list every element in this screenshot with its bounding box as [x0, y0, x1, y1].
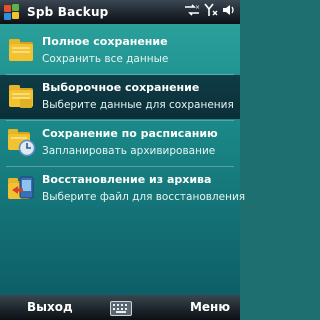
svg-text:×: ×: [195, 4, 200, 11]
menu-item-subtitle: Выберите файл для восстановления: [42, 191, 246, 203]
volume-icon[interactable]: [222, 3, 236, 22]
menu-item-subtitle: Сохранить все данные: [42, 53, 169, 65]
menu-item-subtitle: Запланировать архивирование: [42, 145, 216, 157]
menu-item-title: Выборочное сохранение: [42, 81, 200, 94]
connectivity-icon[interactable]: ×: [184, 3, 200, 22]
folder-icon: [6, 81, 36, 111]
keyboard-icon[interactable]: [110, 301, 132, 316]
main-menu: Полное сохранение Сохранить все данные В…: [0, 24, 245, 295]
folder-icon: [6, 35, 36, 65]
softkey-bar: Выход Меню: [0, 295, 240, 320]
menu-item-restore-archive[interactable]: Восстановление из архива Выберите файл д…: [0, 167, 245, 211]
menu-item-selective-backup[interactable]: Выборочное сохранение Выберите данные дл…: [0, 75, 240, 119]
windows-start-icon[interactable]: [3, 3, 21, 21]
folder-restore-icon: [6, 173, 36, 203]
menu-item-scheduled-backup[interactable]: Сохранение по расписанию Запланировать а…: [0, 121, 240, 165]
app-title: Spb Backup: [27, 5, 109, 19]
menu-item-subtitle: Выберите данные для сохранения: [42, 99, 234, 111]
menu-softkey[interactable]: Меню: [190, 300, 230, 314]
menu-item-title: Полное сохранение: [42, 35, 168, 48]
status-icons: ×: [184, 3, 236, 22]
menu-item-title: Восстановление из архива: [42, 173, 212, 186]
exit-softkey[interactable]: Выход: [27, 300, 73, 314]
menu-item-full-backup[interactable]: Полное сохранение Сохранить все данные: [0, 29, 240, 73]
menu-item-title: Сохранение по расписанию: [42, 127, 218, 140]
no-signal-icon[interactable]: [204, 3, 218, 22]
folder-clock-icon: [6, 127, 36, 157]
title-bar: Spb Backup ×: [0, 0, 240, 24]
